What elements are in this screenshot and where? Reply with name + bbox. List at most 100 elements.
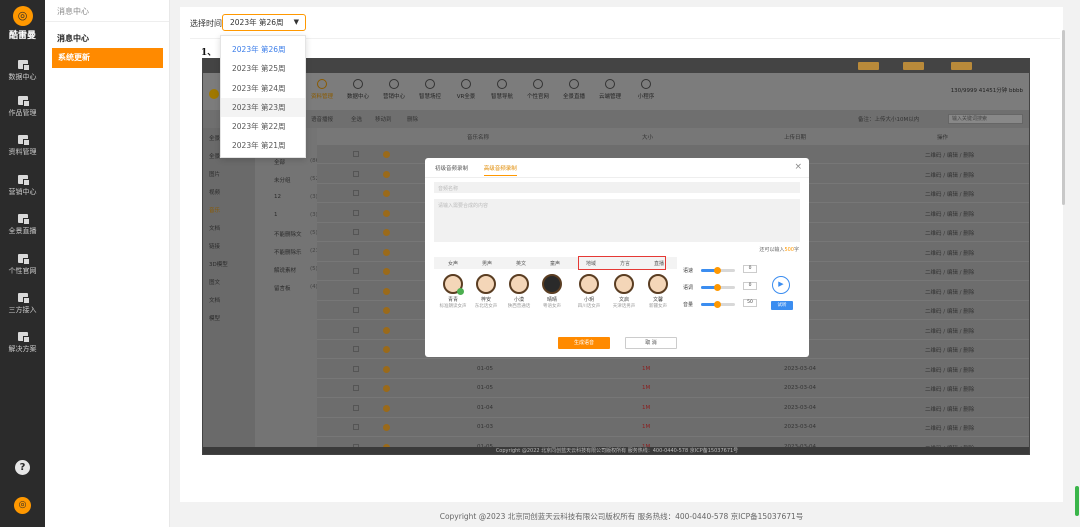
play-icon [383, 424, 390, 431]
embed-menu-item: 图片 [209, 172, 221, 178]
left-nav: ◎ 酷雷曼 数据中心 作品管理 资料管理 营销中心 全景直播 个性官网 三方接入… [0, 0, 45, 527]
embed-table-row: 01-051M2023-03-04二维码 / 编辑 / 删除 [317, 379, 1029, 398]
trial-button: 试听 [771, 301, 793, 310]
embed-group: 解说素材 (5) [274, 266, 318, 274]
play-icon [383, 248, 390, 256]
embed-menu-item: 图文 [209, 280, 221, 286]
embed-storage-note: 备注：上传大小10M以内 [858, 117, 920, 123]
embed-app-tab: 智慧导航 [485, 79, 519, 100]
embed-table-row: 01-051M2023-03-04二维码 / 编辑 / 删除 [317, 360, 1029, 379]
checkbox-icon [353, 326, 359, 333]
nav-item-website[interactable]: 个性官网 [0, 254, 45, 276]
week-dropdown-menu: 2023年 第26周 2023年 第25周 2023年 第24周 2023年 第… [220, 35, 306, 158]
caret-down-icon: ▼ [293, 18, 299, 26]
play-icon [383, 346, 390, 353]
play-icon [383, 365, 390, 373]
week-option[interactable]: 2023年 第26周 [221, 40, 305, 59]
bottom-brand-icon[interactable]: ◎ [14, 497, 31, 514]
embed-app-tab: 资料管理 [305, 79, 339, 100]
play-icon [383, 326, 390, 334]
checkbox-icon [353, 404, 359, 411]
embed-table-row: 01-03 1M 2023-03-04 二维码 / 编辑 / 删除 [317, 418, 1029, 437]
embed-app-tab: 智慧场控 [413, 79, 447, 100]
nav-item-solution[interactable]: 解决方案 [0, 332, 45, 354]
nav-item-third-party[interactable]: 三方接入 [0, 293, 45, 315]
subnav-item-system-update[interactable]: 系统更新 [52, 48, 163, 68]
works-icon [17, 96, 30, 107]
embed-app-tab: VR全景 [449, 79, 483, 100]
play-icon [383, 229, 390, 236]
brand-logo[interactable]: ◎ 酷雷曼 [0, 6, 45, 41]
marketing-icon [17, 175, 30, 186]
embed-menu-item: 模型 [209, 316, 221, 322]
embed-menu-item: 全景 [209, 136, 221, 142]
nav-item-live[interactable]: 全景直播 [0, 214, 45, 236]
subnav-title[interactable]: 消息中心 [57, 33, 89, 44]
week-option[interactable]: 2023年 第22周 [221, 117, 305, 136]
week-option[interactable]: 2023年 第25周 [221, 59, 305, 78]
nav-item-works[interactable]: 作品管理 [0, 96, 45, 118]
week-select[interactable]: 2023年 第26周 ▼ [222, 14, 306, 31]
divider [425, 177, 809, 178]
time-filter-label: 选择时间 [190, 19, 222, 28]
section-title: 1、 种 [201, 48, 296, 58]
nav-item-materials[interactable]: 资料管理 [0, 135, 45, 157]
embed-tool-btn: 移动到 [375, 117, 392, 123]
embed-app-tab: 云端管理 [593, 79, 627, 100]
week-option[interactable]: 2023年 第23周 [221, 97, 305, 118]
speed-slider: 语速 0 [683, 265, 757, 274]
embed-topbar-pill [903, 62, 925, 70]
embed-topbar [203, 59, 1029, 73]
embed-group: 不能删除乐 (23) [274, 248, 322, 256]
embed-menu-item: 全景 [209, 154, 221, 160]
page-scrollbar[interactable] [1062, 30, 1065, 205]
embed-group: 12 (3) [274, 194, 318, 200]
brand-logo-icon: ◎ [12, 6, 33, 26]
generate-button: 生成语音 [558, 337, 610, 349]
embed-group: 1 (3) [274, 212, 318, 218]
embed-menu-item: 音乐 [209, 208, 221, 214]
nav-item-marketing[interactable]: 营销中心 [0, 175, 45, 197]
play-icon [383, 190, 390, 197]
solution-icon [17, 332, 30, 343]
embed-tool-btn: 删除 [407, 117, 419, 123]
checkbox-icon [353, 151, 359, 157]
embed-group: 不能删除文 (5) [274, 230, 318, 238]
voice-option: 文启 天津话男声 [608, 274, 640, 309]
checkbox-icon [353, 190, 359, 196]
sub-nav: 消息中心 消息中心 系统更新 [45, 0, 170, 527]
embed-appbar: 资料管理 数据中心 营销中心 智慧场控 VR全景 智慧导航 个性官网 全景直播 … [203, 73, 1029, 110]
voice-option: 小玥 四川话女声 [573, 274, 605, 309]
page-footer: Copyright @2023 北京同创蓝天云科技有限公司版权所有 服务热线：4… [439, 512, 804, 521]
embed-table-row: 01-04 1M 2023-03-04 二维码 / 编辑 / 删除 [317, 399, 1029, 418]
embed-search: 输入关键词搜索 [948, 114, 1023, 124]
embed-menu-item: 文档 [209, 298, 221, 304]
website-icon [17, 254, 30, 265]
embed-voice-modal: 初级音频录制 高级音频录制 × 音频名称 请输入需要合成的内容 还可以输入500… [425, 158, 809, 357]
help-icon[interactable]: ? [15, 460, 30, 475]
week-option[interactable]: 2023年 第21周 [221, 136, 305, 155]
embed-menu-item: 文档 [209, 226, 221, 232]
play-icon [383, 268, 390, 275]
checkbox-icon [353, 385, 359, 391]
embed-group-list: 全部 (86) 未分组 (52) 12 (3) 1 (3) 不能删除文 (5) 不能删除乐… [255, 128, 322, 448]
play-icon [383, 307, 390, 314]
week-option[interactable]: 2023年 第24周 [221, 79, 305, 98]
play-icon: ▶ [772, 276, 790, 294]
live-icon [17, 214, 30, 225]
play-icon [383, 404, 390, 412]
highlight-box [578, 256, 666, 270]
checkbox-icon [353, 268, 359, 274]
play-icon [383, 385, 390, 392]
embed-app-tab: 小程序 [629, 79, 663, 100]
embed-logo-icon [209, 89, 219, 99]
voice-option: 青青 标准朗读女声 [437, 274, 469, 309]
side-scroll-indicator[interactable] [1075, 486, 1079, 516]
data-center-icon [17, 60, 30, 71]
embed-table-header: 音乐名称 大小 上传日期 操作 [317, 128, 1029, 145]
embed-group: 留言板 (4) [274, 284, 318, 292]
nav-item-data-center[interactable]: 数据中心 [0, 60, 45, 82]
embed-menu-item: 3D模型 [209, 262, 228, 268]
pitch-slider: 语调 0 [683, 282, 757, 291]
embed-app-tab: 个性官网 [521, 79, 555, 100]
